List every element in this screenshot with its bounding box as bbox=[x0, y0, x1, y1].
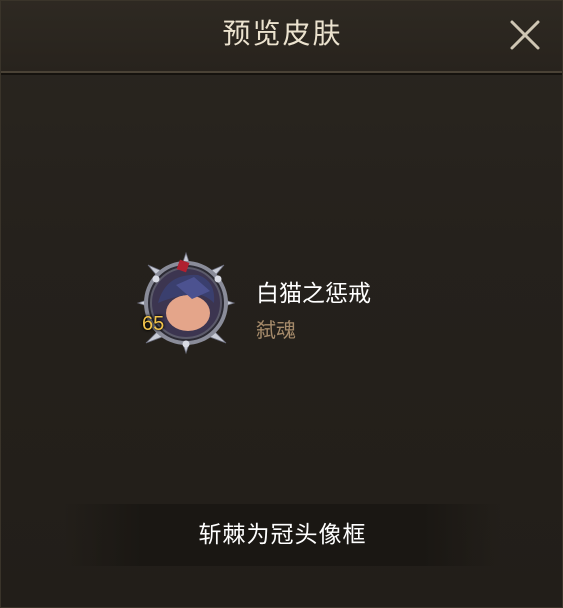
close-button[interactable] bbox=[506, 16, 544, 54]
skin-preview-row: 65 白猫之惩戒 弑魂 bbox=[136, 251, 456, 361]
close-icon bbox=[510, 20, 540, 50]
avatar-frame: 65 bbox=[136, 251, 236, 355]
level-badge: 65 bbox=[142, 313, 165, 335]
dialog-header: 预览皮肤 bbox=[1, 1, 562, 73]
action-label: 斩棘为冠头像框 bbox=[198, 522, 367, 548]
skin-subtitle: 弑魂 bbox=[256, 318, 296, 342]
spiked-avatar-frame-icon bbox=[136, 251, 236, 355]
page-title: 预览皮肤 bbox=[222, 17, 343, 50]
skin-name: 白猫之惩戒 bbox=[256, 281, 371, 307]
crown-avatar-frame-button[interactable]: 斩棘为冠头像框 bbox=[64, 504, 501, 566]
preview-skin-dialog: 预览皮肤 65 白猫之惩戒 弑魂 斩棘为冠头像框 bbox=[0, 0, 563, 608]
